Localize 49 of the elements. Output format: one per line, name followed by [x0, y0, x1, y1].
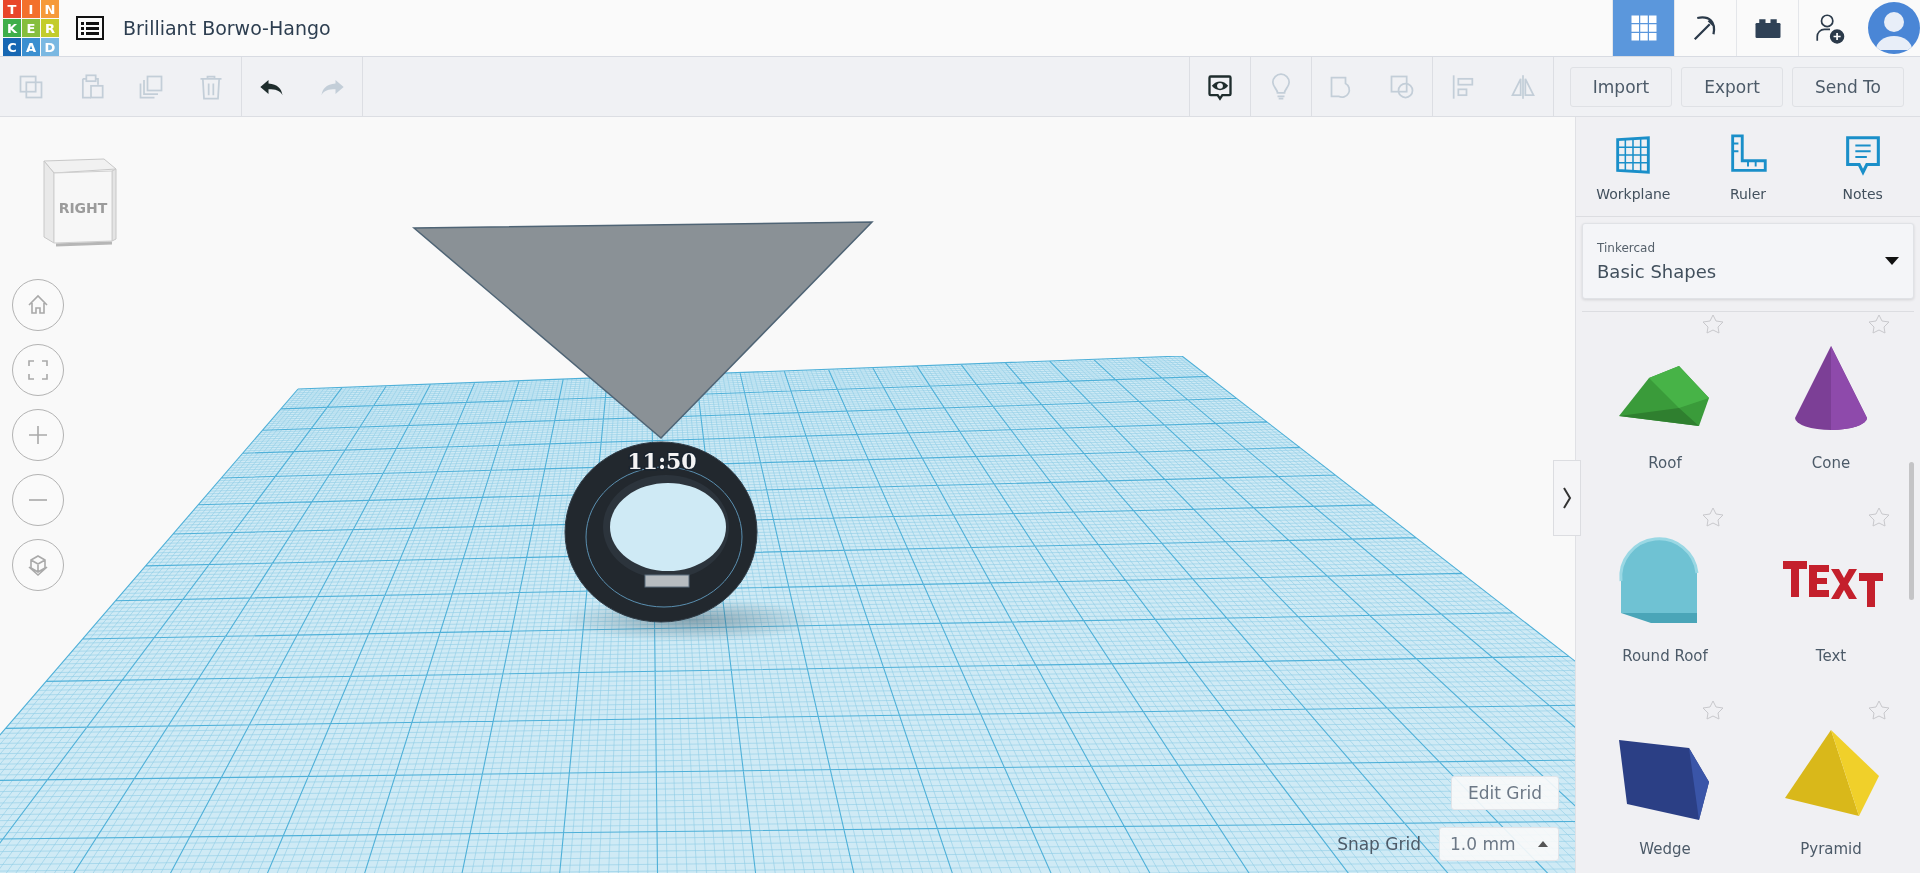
shape-name: Pyramid — [1800, 840, 1862, 858]
star-icon[interactable] — [1868, 700, 1890, 720]
ring-model[interactable] — [564, 441, 758, 623]
shape-name: Wedge — [1639, 840, 1691, 858]
scrollbar[interactable] — [1909, 462, 1914, 600]
home-view-button[interactable] — [12, 279, 64, 331]
zoom-out-icon — [26, 498, 50, 502]
snap-value: 1.0 mm — [1450, 834, 1516, 854]
home-icon — [26, 293, 50, 317]
edit-grid-button[interactable]: Edit Grid — [1451, 776, 1559, 810]
app-logo[interactable]: T I N K E R C A D — [3, 0, 59, 56]
notes-tool[interactable]: Notes — [1805, 117, 1920, 216]
snap-grid-label: Snap Grid — [1337, 834, 1421, 854]
list-icon[interactable] — [75, 13, 105, 43]
perspective-view-button[interactable] — [12, 539, 64, 591]
star-icon[interactable] — [1868, 314, 1890, 334]
ruler-tool[interactable]: Ruler — [1690, 117, 1806, 216]
ring-text: 11:50 — [627, 448, 697, 474]
caret-icon — [1885, 257, 1899, 265]
fit-icon — [26, 358, 50, 382]
star-icon[interactable] — [1702, 507, 1724, 527]
star-icon[interactable] — [1868, 507, 1890, 527]
library-category: Basic Shapes — [1597, 260, 1717, 282]
panel-collapse-button[interactable] — [1553, 460, 1581, 536]
toolbar-button[interactable]: Export — [1681, 66, 1783, 107]
toolbar-button[interactable]: Import — [1569, 66, 1673, 107]
perspective-icon — [26, 553, 50, 577]
chevron-icon — [1562, 486, 1572, 510]
tool-label: Notes — [1842, 185, 1883, 202]
avatar[interactable] — [1868, 2, 1920, 54]
zoom-in-icon — [26, 423, 50, 447]
library-source: Tinkercad — [1597, 240, 1657, 255]
tool-label: Ruler — [1729, 185, 1767, 202]
shape-name: Cone — [1811, 454, 1851, 472]
fit-view-button[interactable] — [12, 344, 64, 396]
design-title[interactable]: Brilliant Borwo-Hango — [123, 17, 331, 39]
star-icon[interactable] — [1702, 314, 1724, 334]
shape-name: Text — [1815, 647, 1847, 665]
workplane-tool[interactable]: Workplane — [1576, 117, 1691, 216]
star-icon[interactable] — [1702, 700, 1724, 720]
toolbar-button[interactable]: Send To — [1791, 66, 1904, 107]
shape-name: Round Roof — [1622, 647, 1708, 665]
caret-icon — [1538, 841, 1548, 847]
snap-grid-dropdown[interactable]: 1.0 mm — [1439, 827, 1559, 861]
zoom-in-view-button[interactable] — [12, 409, 64, 461]
zoom-out-view-button[interactable] — [12, 474, 64, 526]
shape-name: Roof — [1648, 454, 1682, 472]
shape-library-dropdown[interactable]: Tinkercad Basic Shapes — [1582, 223, 1914, 299]
tool-label: Workplane — [1596, 185, 1671, 202]
